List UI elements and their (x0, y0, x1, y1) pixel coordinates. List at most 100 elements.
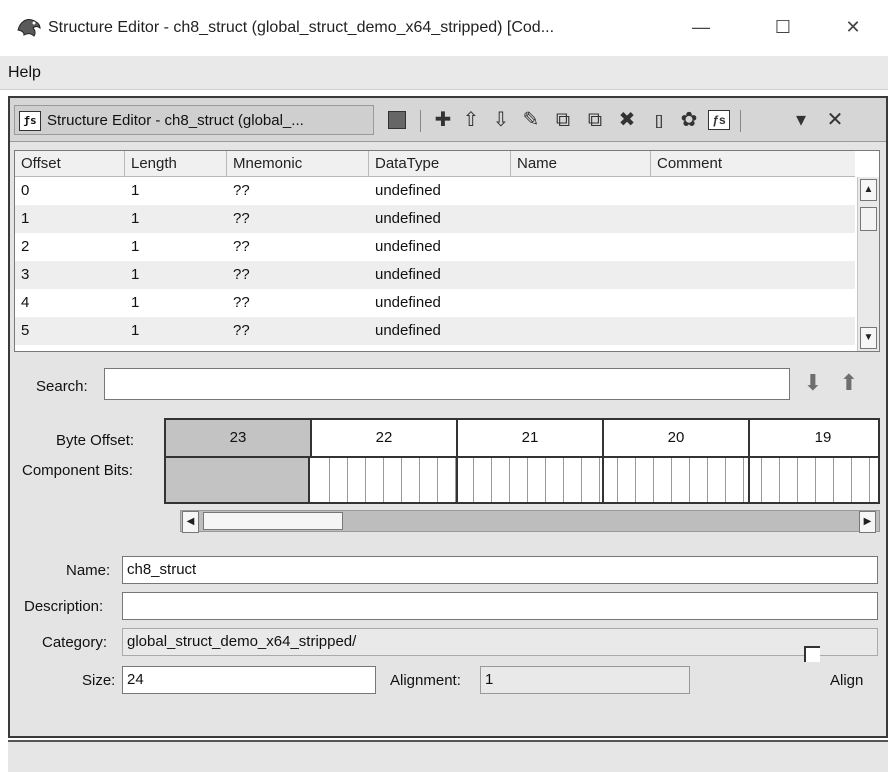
table-row[interactable]: 4 1 ?? undefined (15, 289, 855, 317)
table-vertical-scrollbar[interactable]: ▲ ▼ (857, 177, 879, 351)
name-label: Name: (66, 562, 111, 579)
column-mnemonic[interactable]: Mnemonic (227, 151, 369, 177)
menu-bar: Help (0, 56, 888, 90)
search-next-arrow-icon[interactable]: ⬇ (800, 368, 826, 398)
minimize-button[interactable]: — (686, 14, 716, 40)
cell-datatype[interactable]: undefined (369, 317, 441, 345)
cell-comment[interactable] (651, 177, 657, 205)
scroll-down-arrow-icon[interactable]: ▼ (860, 327, 877, 349)
cell-datatype[interactable]: undefined (369, 233, 441, 261)
column-length[interactable]: Length (125, 151, 227, 177)
cell-length: 1 (131, 182, 140, 199)
cell-comment[interactable] (651, 317, 657, 345)
apply-button[interactable] (384, 107, 410, 133)
selected-component-bits[interactable] (166, 458, 310, 502)
cell-offset: 1 (21, 210, 30, 227)
cell-comment[interactable] (651, 289, 657, 317)
cell-mnemonic: ?? (233, 294, 250, 311)
cell-datatype[interactable]: undefined (369, 177, 441, 205)
name-field[interactable]: ch8_struct (122, 556, 878, 584)
menu-help[interactable]: Help (8, 64, 41, 82)
table-row[interactable]: 5 1 ?? undefined (15, 317, 855, 345)
cell-name[interactable] (511, 177, 517, 205)
cell-offset: 4 (21, 294, 30, 311)
byte-offset-cell[interactable]: 20 (604, 420, 750, 456)
search-input[interactable] (104, 368, 790, 400)
column-offset[interactable]: Offset (15, 151, 125, 177)
cell-mnemonic: ?? (233, 322, 250, 339)
search-label: Search: (36, 378, 88, 395)
cell-datatype[interactable]: undefined (369, 261, 441, 289)
cell-comment[interactable] (651, 233, 657, 261)
table-row[interactable]: 2 1 ?? undefined (15, 233, 855, 261)
move-up-button[interactable]: ⇧ (458, 107, 484, 133)
byte-offset-cell[interactable]: 22 (312, 420, 458, 456)
window-title: Structure Editor - ch8_struct (global_st… (48, 19, 555, 36)
column-datatype[interactable]: DataType (369, 151, 511, 177)
unpackage-button[interactable]: ✿ (676, 107, 702, 133)
table-row[interactable]: 3 1 ?? undefined (15, 261, 855, 289)
component-bits-label: Component Bits: (22, 462, 133, 479)
components-table: Offset Length Mnemonic DataType Name Com… (14, 150, 880, 352)
cell-mnemonic: ?? (233, 210, 250, 227)
byte-divider (748, 458, 750, 502)
insert-button[interactable]: ✚ (430, 107, 456, 133)
edit-button[interactable]: ✎ (518, 107, 544, 133)
byte-offset-label: Byte Offset: (56, 432, 135, 449)
scroll-right-arrow-icon[interactable]: ▶ (859, 511, 876, 533)
array-button[interactable]: [] (646, 107, 672, 133)
cell-offset: 3 (21, 266, 30, 283)
cell-datatype[interactable]: undefined (369, 289, 441, 317)
scroll-thumb[interactable] (203, 512, 343, 530)
component-bits-row[interactable] (164, 458, 880, 504)
duplicate-multiple-button[interactable]: ⧉ (582, 107, 608, 133)
scroll-up-arrow-icon[interactable]: ▲ (860, 179, 877, 201)
table-row[interactable]: 1 1 ?? undefined (15, 205, 855, 233)
move-down-button[interactable]: ⇩ (488, 107, 514, 133)
scroll-thumb[interactable] (860, 207, 877, 231)
align-checkbox[interactable] (804, 646, 820, 662)
cell-name[interactable] (511, 261, 517, 289)
show-component-button[interactable]: ƒs (708, 110, 730, 130)
byte-offset-cell[interactable]: 21 (458, 420, 604, 456)
dragon-app-icon (17, 19, 41, 37)
cell-length: 1 (131, 294, 140, 311)
tab-title: Structure Editor - ch8_struct (global_..… (47, 112, 304, 129)
cell-name[interactable] (511, 317, 517, 345)
cell-comment[interactable] (651, 205, 657, 233)
cell-name[interactable] (511, 289, 517, 317)
scroll-left-arrow-icon[interactable]: ◀ (182, 511, 199, 533)
delete-button[interactable]: ✖ (614, 107, 640, 133)
byte-offset-cell[interactable]: 19 (750, 420, 878, 456)
close-panel-button[interactable]: ✕ (822, 107, 848, 133)
cell-length: 1 (131, 266, 140, 283)
category-label: Category: (42, 634, 108, 651)
column-name[interactable]: Name (511, 151, 651, 177)
maximize-button[interactable]: ☐ (768, 14, 798, 40)
window-title-bar: Structure Editor - ch8_struct (global_st… (0, 0, 888, 56)
toolbar-separator (420, 110, 421, 132)
cell-length: 1 (131, 322, 140, 339)
bit-viewer: Byte Offset: Component Bits: 23 22 21 20… (10, 412, 886, 542)
structure-editor-tab[interactable]: ƒs Structure Editor - ch8_struct (global… (14, 105, 374, 135)
cell-datatype[interactable]: undefined (369, 205, 441, 233)
column-comment[interactable]: Comment (651, 151, 855, 177)
structure-editor-panel: ƒs Structure Editor - ch8_struct (global… (8, 96, 888, 738)
cell-mnemonic: ?? (233, 266, 250, 283)
cell-name[interactable] (511, 205, 517, 233)
bit-ticks (312, 458, 878, 502)
cell-offset: 5 (21, 322, 30, 339)
size-field[interactable]: 24 (122, 666, 376, 694)
search-previous-arrow-icon[interactable]: ⬆ (836, 368, 862, 398)
duplicate-button[interactable]: ⧉ (550, 107, 576, 133)
table-row[interactable]: 0 1 ?? undefined (15, 177, 855, 205)
byte-offset-row: 23 22 21 20 19 (164, 418, 880, 458)
bit-viewer-horizontal-scrollbar[interactable]: ◀ ▶ (180, 510, 880, 533)
table-body: 0 1 ?? undefined 1 1 ?? undefined 2 1 ??… (15, 177, 855, 345)
cell-comment[interactable] (651, 261, 657, 289)
byte-offset-cell[interactable]: 23 (166, 420, 312, 456)
cell-name[interactable] (511, 233, 517, 261)
menu-dropdown-button[interactable]: ▾ (788, 107, 814, 133)
description-field[interactable] (122, 592, 878, 620)
close-window-button[interactable]: ✕ (838, 14, 868, 40)
